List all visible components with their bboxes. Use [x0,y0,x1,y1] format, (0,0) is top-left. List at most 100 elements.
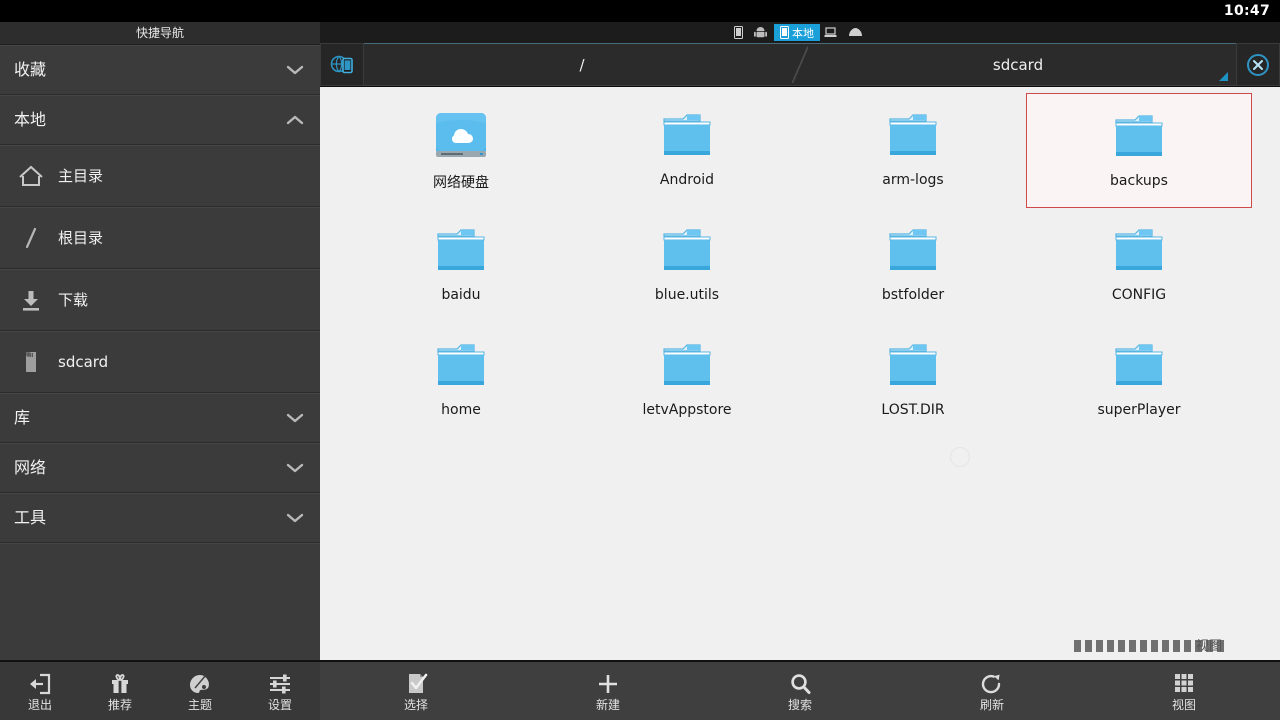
exit-door-icon [27,670,53,696]
select-check-icon [403,670,429,696]
tab-label: 本地 [792,26,814,40]
server-icon [824,27,837,37]
cloud-icon [849,28,862,36]
tab-phone[interactable] [730,24,750,41]
breadcrumb-segment-sdcard[interactable]: sdcard [792,44,1236,85]
toolbar-button-select[interactable]: 选择 [320,662,512,720]
file-item-selected[interactable]: backups [1026,93,1252,208]
file-item[interactable]: LOST.DIR [800,323,1026,438]
sidebar-section-label: 库 [14,408,31,427]
file-name: bstfolder [881,287,945,303]
right-bottom-toolbar: 选择 新建 搜索 刷新 视图 视图 [320,639,1280,720]
tab-cloud[interactable] [844,24,870,41]
file-name: CONFIG [1111,287,1167,303]
file-item[interactable]: blue.utils [574,208,800,323]
toolbar-button-label: 设置 [267,698,292,712]
file-item[interactable]: Android [574,93,800,208]
file-name: home [441,402,481,418]
file-item[interactable]: baidu [348,208,574,323]
tab-local[interactable]: 本地 [774,24,820,41]
toolbar-button-view[interactable]: 视图 [1088,662,1280,720]
device-tab-bar: 本地 [320,22,1280,43]
file-item[interactable]: 网络硬盘 [348,93,574,208]
close-circle-icon[interactable] [1236,43,1280,86]
toolbar-button-search[interactable]: 搜索 [704,662,896,720]
sidebar-section-library[interactable]: 库 [0,393,320,443]
folder-icon [1108,335,1170,397]
sidebar-section-label: 网络 [14,458,47,477]
folder-icon [656,335,718,397]
resize-corner-icon[interactable] [1219,72,1228,81]
file-item[interactable]: home [348,323,574,438]
sidebar-section-label: 工具 [14,508,47,527]
sidebar-item-label: sdcard [58,352,109,371]
breadcrumb-label: / [579,55,585,74]
folder-icon [882,220,944,282]
toolbar-button-label: 刷新 [979,698,1004,712]
toolbar-button-label: 主题 [187,698,212,712]
file-item[interactable]: arm-logs [800,93,1026,208]
plus-icon [595,670,621,696]
file-manager-window: 10:47 快捷导航 收藏 本地 主目录 根目录 下载 sdcard 库 网络 … [0,0,1280,720]
refresh-icon [979,670,1005,696]
search-icon [787,670,813,696]
toolbar-button-refresh[interactable]: 刷新 [896,662,1088,720]
sidebar-item-home-dir[interactable]: 主目录 [0,145,320,207]
file-name: superPlayer [1097,402,1181,418]
toolbar-button-label: 选择 [403,698,428,712]
sidebar-item-label: 主目录 [58,167,104,185]
toolbar-button-new[interactable]: 新建 [512,662,704,720]
breadcrumb-label: sdcard [992,55,1044,74]
sidebar-item-download[interactable]: 下载 [0,269,320,331]
status-bar: 10:47 [0,0,1280,22]
android-robot-icon [754,27,767,38]
toolbar-button-settings[interactable]: 设置 [240,662,320,720]
tab-android[interactable] [750,24,774,41]
sidebar-section-network[interactable]: 网络 [0,443,320,493]
file-item[interactable]: bstfolder [800,208,1026,323]
sdcard-icon [14,345,48,379]
file-name: LOST.DIR [881,402,945,418]
sidebar-group-local[interactable]: 本地 [0,95,320,145]
folder-icon [430,220,492,282]
download-icon [14,283,48,317]
sidebar-section-tools[interactable]: 工具 [0,493,320,543]
folder-icon [882,105,944,167]
sidebar-empty-space [0,543,320,651]
file-item[interactable]: CONFIG [1026,208,1252,323]
sidebar-group-label: 本地 [14,110,47,129]
sidebar-title: 快捷导航 [0,22,320,45]
file-item[interactable]: letvAppstore [574,323,800,438]
chevron-down-icon [286,493,304,542]
file-name: arm-logs [882,172,944,188]
palette-icon [187,670,213,696]
sidebar-item-sdcard[interactable]: sdcard [0,331,320,393]
sidebar-group-favorites[interactable]: 收藏 [0,45,320,95]
sidebar-item-label: 下载 [58,291,89,309]
home-icon [14,159,48,193]
toolbar-button-recommend[interactable]: 推荐 [80,662,160,720]
globe-device-icon[interactable] [320,43,364,86]
sidebar-item-label: 根目录 [58,229,104,247]
tab-server[interactable] [820,24,844,41]
chevron-down-icon [286,45,304,94]
toolbar-button-label: 视图 [1171,698,1196,712]
file-name: blue.utils [654,287,720,303]
file-name: 网络硬盘 [433,175,489,191]
file-item[interactable]: superPlayer [1026,323,1252,438]
file-name: letvAppstore [642,402,732,418]
toolbar-button-theme[interactable]: 主题 [160,662,240,720]
sidebar-item-root-dir[interactable]: 根目录 [0,207,320,269]
slash-root-icon [14,221,48,255]
folder-icon [656,105,718,167]
file-name: baidu [441,287,481,303]
folder-icon [656,220,718,282]
phone-icon [780,26,789,39]
chevron-down-icon [286,393,304,442]
toolbar-button-exit[interactable]: 退出 [0,662,80,720]
toolbar-button-label: 推荐 [107,698,132,712]
network-drive-icon [430,105,492,167]
file-grid: 网络硬盘 Android arm-logs backups baidu blue… [320,87,1280,438]
sliders-icon [267,670,293,696]
breadcrumb-segment-root[interactable]: / [364,44,800,85]
